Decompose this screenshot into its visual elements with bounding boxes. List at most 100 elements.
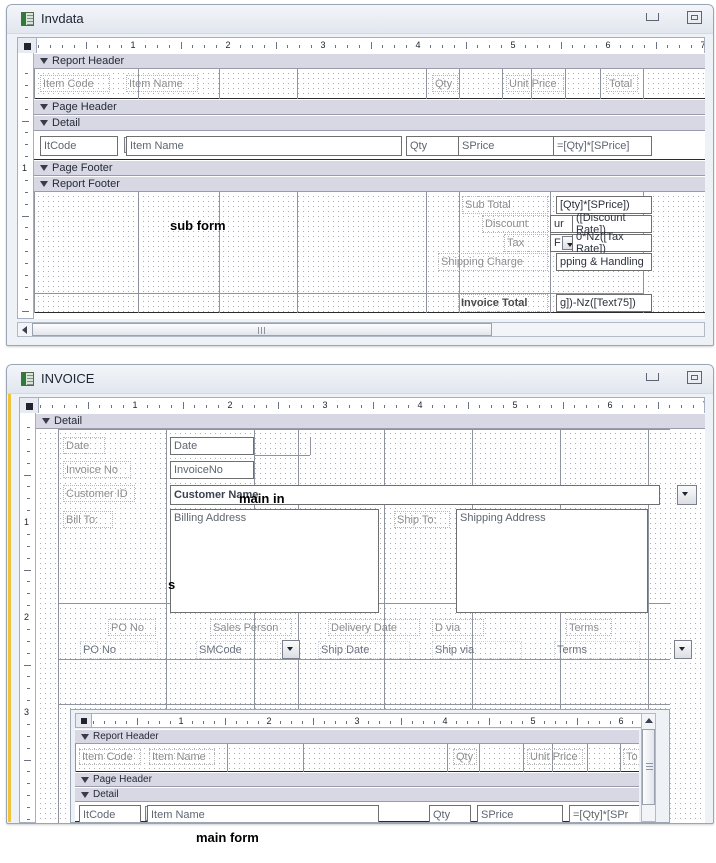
band-header-page-footer[interactable]: Page Footer: [34, 160, 705, 176]
collapse-arrow-icon[interactable]: [40, 58, 48, 64]
label-terms[interactable]: Terms: [566, 619, 612, 636]
label-shipping-charge[interactable]: Shipping Charge: [438, 253, 548, 271]
field-tax-expression[interactable]: 0*Nz([Tax Rate]): [572, 231, 652, 255]
subform-field-sprice[interactable]: SPrice: [477, 805, 563, 822]
field-itcode[interactable]: ItCode: [40, 136, 118, 156]
collapse-arrow-icon[interactable]: [42, 418, 50, 424]
subform-label-unit-price[interactable]: Unit Price: [527, 749, 583, 765]
label-delivery-date[interactable]: Delivery Date: [328, 619, 420, 636]
collapse-arrow-icon[interactable]: [40, 165, 48, 171]
horizontal-ruler[interactable]: 1 2 3 4 5 6 7: [19, 397, 705, 414]
label-qty[interactable]: Qty: [432, 75, 458, 92]
subform-band-header-detail[interactable]: Detail: [75, 787, 639, 802]
band-report-header[interactable]: Item Code Item Name Qty Unit Price Total: [34, 69, 705, 99]
label-item-name[interactable]: Item Name: [126, 75, 198, 92]
terms-dropdown-button[interactable]: [674, 640, 692, 659]
titlebar-invoice[interactable]: INVOICE: [7, 365, 713, 394]
subform-field-item-name[interactable]: Item Name: [147, 805, 379, 822]
field-terms[interactable]: Terms: [554, 641, 640, 659]
label-date[interactable]: Date: [63, 437, 105, 454]
horizontal-ruler[interactable]: 1 2 3 4 5 6 7: [17, 37, 705, 54]
smcode-dropdown-button[interactable]: [282, 640, 300, 659]
subform-vertical-scrollbar[interactable]: [641, 713, 656, 822]
subform-band-detail[interactable]: ItCode Item Name Qty SPrice =[Qty]*[SPr: [75, 802, 639, 822]
minimize-icon[interactable]: [643, 9, 663, 27]
subform-label-item-code[interactable]: Item Code: [79, 749, 141, 765]
field-shipping-address[interactable]: Shipping Address: [456, 509, 648, 613]
label-tax[interactable]: Tax: [504, 234, 548, 252]
collapse-arrow-icon[interactable]: [81, 777, 89, 783]
field-po-no[interactable]: PO No: [80, 641, 158, 659]
band-detail[interactable]: ItCode Item Name Qty SPrice =[Qty]*[SPri…: [34, 131, 705, 160]
field-sprice[interactable]: SPrice: [458, 136, 561, 156]
field-billing-address[interactable]: Billing Address: [170, 509, 379, 613]
collapse-arrow-icon[interactable]: [40, 120, 48, 126]
subform-label-item-name[interactable]: Item Name: [149, 749, 215, 765]
field-discount-prefix[interactable]: ur: [550, 215, 572, 233]
subform-control[interactable]: 123456 Report Header Item Code Item Name…: [70, 709, 670, 823]
field-smcode[interactable]: SMCode: [196, 641, 278, 659]
band-header-page-header[interactable]: Page Header: [34, 99, 705, 115]
collapse-arrow-icon[interactable]: [81, 734, 89, 740]
select-all-corner[interactable]: [18, 38, 37, 53]
label-sales-person[interactable]: Sales Person: [210, 619, 292, 636]
ruler-number: 3: [24, 707, 30, 717]
label-sub-total[interactable]: Sub Total: [462, 196, 548, 214]
subform-field-qty[interactable]: Qty: [429, 805, 471, 822]
band-header-detail[interactable]: Detail: [36, 413, 705, 429]
minimize-icon[interactable]: [643, 369, 663, 387]
subform-band-header-page-header[interactable]: Page Header: [75, 772, 639, 787]
field-qty[interactable]: Qty: [406, 136, 462, 156]
label-discount[interactable]: Discount: [482, 215, 548, 233]
subform-label-total[interactable]: To: [623, 749, 639, 765]
label-ship-to[interactable]: Ship To:: [394, 511, 450, 528]
field-ship-date[interactable]: Ship Date: [318, 641, 410, 659]
window-invoice[interactable]: INVOICE 1 2 3 4 5 6 7 1 2 3 Detail: [6, 364, 714, 824]
select-all-corner[interactable]: [20, 398, 39, 413]
subform-band-header-report-header[interactable]: Report Header: [75, 729, 639, 744]
label-invoice-no[interactable]: Invoice No: [63, 461, 131, 478]
subform-design-canvas[interactable]: Report Header Item Code Item Name Qty Un…: [75, 729, 639, 822]
label-bill-to[interactable]: Bill To:: [63, 511, 113, 528]
form-design-canvas[interactable]: Detail Date Date Invoice No InvoiceNo Cu…: [36, 413, 705, 823]
scroll-up-button[interactable]: [642, 714, 655, 728]
titlebar-invdata[interactable]: Invdata: [7, 5, 713, 34]
subform-field-total-expression[interactable]: =[Qty]*[SPr: [569, 805, 639, 822]
scroll-left-button[interactable]: [18, 323, 32, 336]
label-total[interactable]: Total: [606, 75, 638, 92]
label-customer-id[interactable]: Customer ID: [63, 485, 135, 502]
field-date[interactable]: Date: [170, 437, 254, 455]
field-shipping-expression[interactable]: pping & Handling: [556, 253, 652, 271]
subform-select-all-corner[interactable]: [76, 714, 92, 727]
band-header-detail[interactable]: Detail: [34, 115, 705, 131]
subform-field-itcode[interactable]: ItCode: [79, 805, 141, 822]
collapse-arrow-icon[interactable]: [40, 181, 48, 187]
scrollbar-thumb[interactable]: [642, 729, 655, 805]
band-report-footer[interactable]: Sub Total Discount Tax Shipping Charge I…: [34, 192, 705, 313]
subform-label-qty[interactable]: Qty: [453, 749, 477, 765]
customer-dropdown-button[interactable]: [677, 485, 697, 505]
label-invoice-total[interactable]: Invoice Total: [458, 294, 548, 312]
collapse-arrow-icon[interactable]: [40, 104, 48, 110]
field-item-name[interactable]: Item Name: [126, 136, 402, 156]
band-header-report-header[interactable]: Report Header: [34, 53, 705, 69]
subform-horizontal-ruler[interactable]: 1 2 3 4 5 6: [75, 713, 653, 728]
field-invoice-no[interactable]: InvoiceNo: [170, 461, 254, 479]
collapse-arrow-icon[interactable]: [81, 792, 89, 798]
band-detail[interactable]: Date Date Invoice No InvoiceNo Customer …: [36, 429, 705, 823]
horizontal-scrollbar[interactable]: [17, 322, 705, 337]
scrollbar-thumb[interactable]: [32, 323, 492, 336]
restore-icon[interactable]: [685, 9, 705, 27]
label-po-no[interactable]: PO No: [108, 619, 156, 636]
label-d-via[interactable]: D via: [432, 619, 484, 636]
subform-band-report-header[interactable]: Item Code Item Name Qty Unit Price To: [75, 744, 639, 772]
restore-icon[interactable]: [685, 369, 705, 387]
field-invoice-total-expression[interactable]: g])-Nz([Text75]): [556, 294, 652, 312]
window-invdata[interactable]: Invdata 1 2 3 4 5 6 7 1 Report Header: [6, 4, 714, 346]
label-item-code[interactable]: Item Code: [40, 75, 110, 92]
field-ship-via[interactable]: Ship via: [432, 641, 522, 659]
band-header-report-footer[interactable]: Report Footer: [34, 176, 705, 192]
report-design-canvas[interactable]: Report Header Item Code Item Name Qty Un…: [34, 53, 705, 319]
field-total-expression[interactable]: =[Qty]*[SPrice]: [553, 136, 652, 156]
label-unit-price[interactable]: Unit Price: [506, 75, 564, 92]
